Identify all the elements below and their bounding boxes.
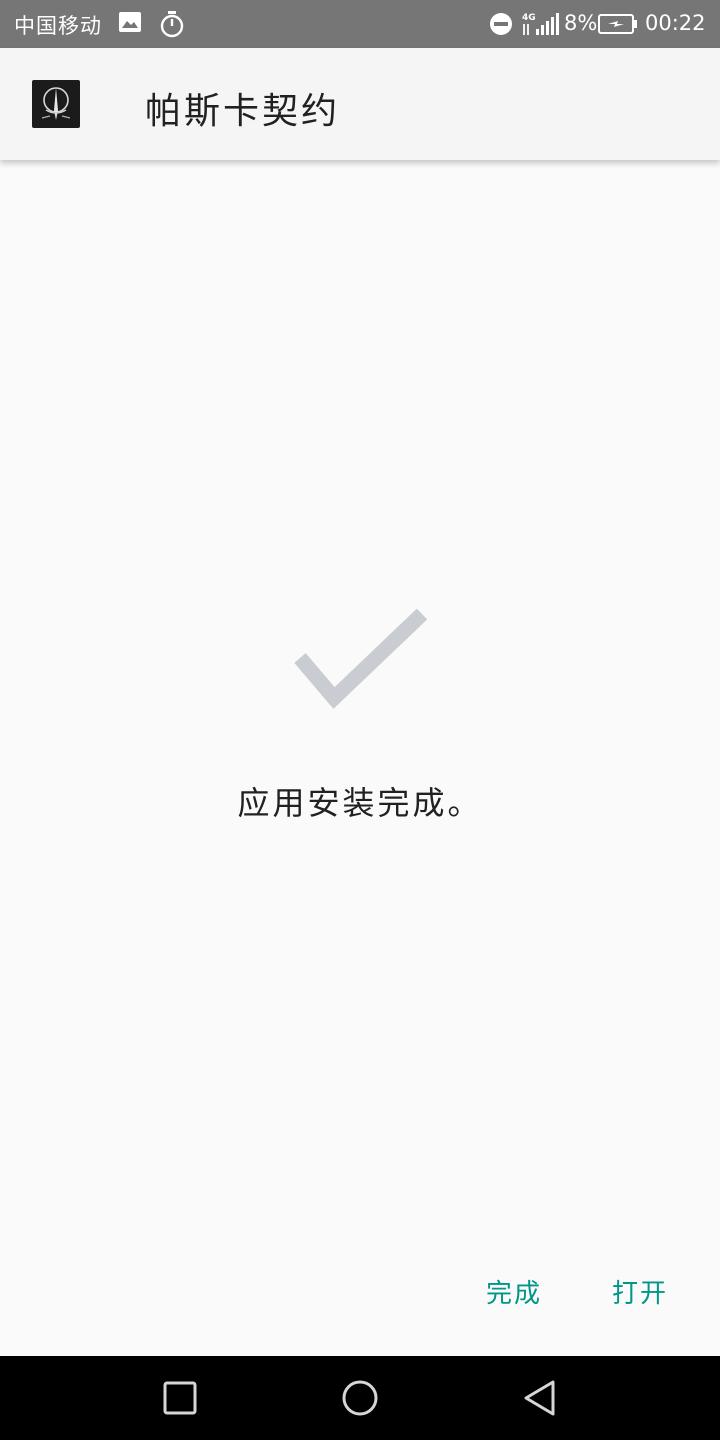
network-label: 4G bbox=[522, 13, 536, 23]
home-icon[interactable] bbox=[338, 1376, 382, 1420]
app-icon bbox=[32, 80, 80, 128]
battery-charging-icon bbox=[598, 13, 638, 40]
app-bar: 帕斯卡契约 bbox=[0, 48, 720, 160]
battery-percent: 8% bbox=[564, 11, 598, 35]
check-icon bbox=[290, 600, 432, 718]
timer-icon bbox=[159, 10, 185, 43]
back-icon[interactable] bbox=[518, 1376, 562, 1420]
signal-icon: 4G bbox=[522, 11, 560, 42]
carrier-label: 中国移动 bbox=[14, 14, 102, 38]
install-complete-screen: 中国移动 4G 8% 00:22 帕斯卡契约 应用安装完成。 完成 打开 bbox=[0, 0, 720, 1440]
open-button[interactable]: 打开 bbox=[612, 1272, 668, 1316]
clock: 00:22 bbox=[645, 11, 706, 35]
done-button[interactable]: 完成 bbox=[486, 1272, 542, 1316]
image-icon bbox=[118, 10, 142, 39]
navigation-bar bbox=[0, 1356, 720, 1440]
install-complete-message: 应用安装完成。 bbox=[237, 784, 483, 822]
status-bar: 中国移动 4G 8% 00:22 bbox=[0, 0, 720, 48]
recent-apps-icon[interactable] bbox=[158, 1376, 202, 1420]
do-not-disturb-icon bbox=[489, 12, 513, 41]
app-title: 帕斯卡契约 bbox=[145, 91, 341, 132]
